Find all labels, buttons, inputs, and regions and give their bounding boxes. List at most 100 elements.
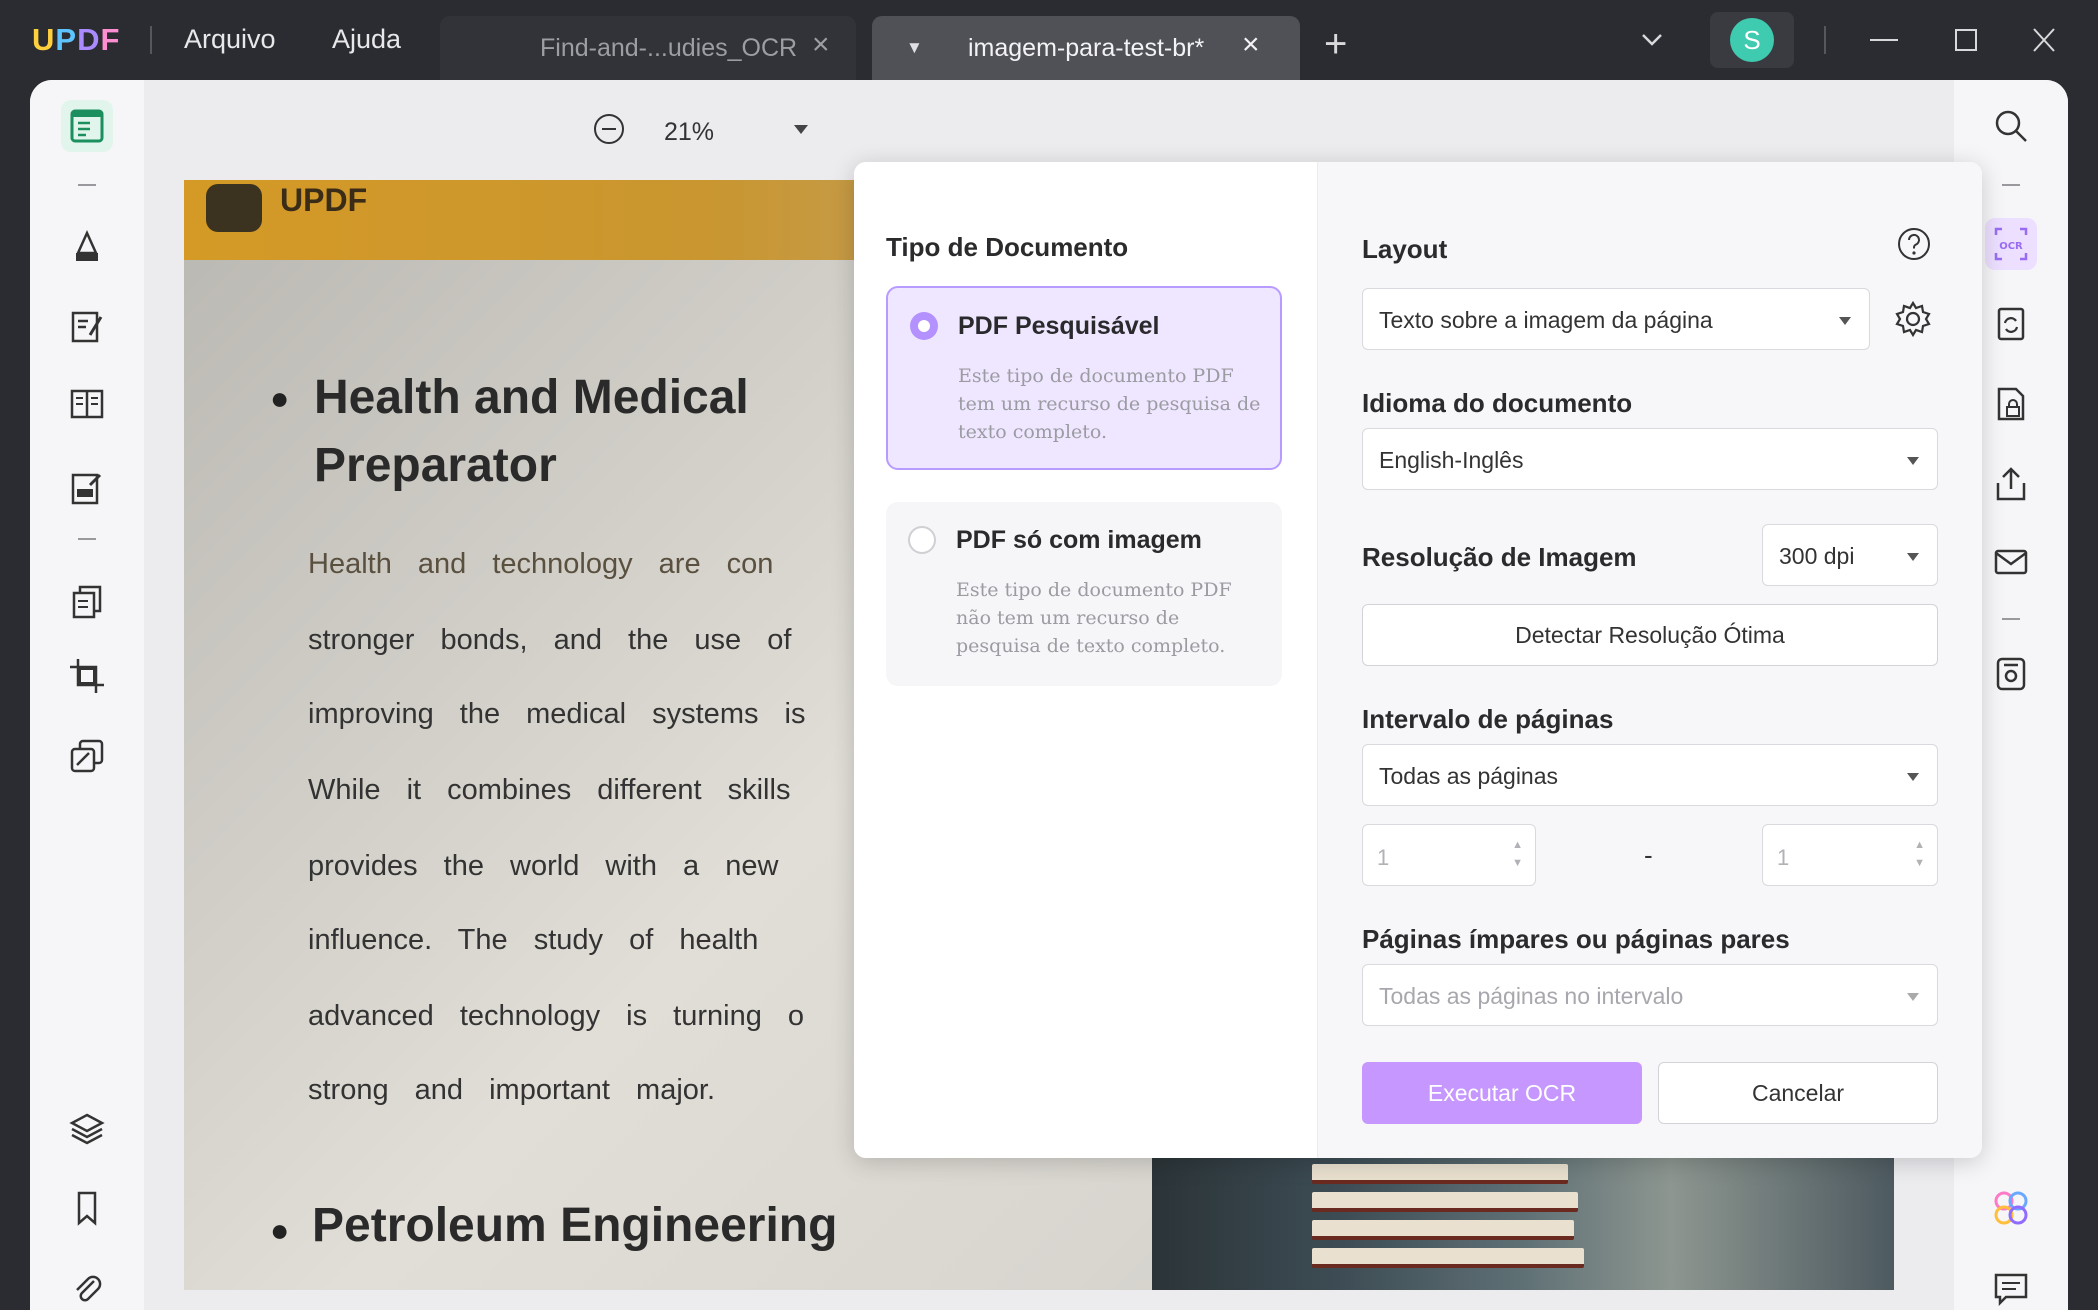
banner-brand: UPDF bbox=[280, 182, 368, 218]
attachment-button[interactable] bbox=[61, 1262, 113, 1310]
stepper-down-icon[interactable]: ▼ bbox=[1914, 857, 1925, 869]
menu-arquivo[interactable]: Arquivo bbox=[184, 24, 276, 55]
layout-value: Texto sobre a imagem da página bbox=[1379, 307, 1713, 333]
layout-label: Layout bbox=[1362, 234, 1448, 264]
ocr-document-type-panel: Tipo de Documento PDF Pesquisável Este t… bbox=[854, 162, 1318, 1158]
menu-ajuda[interactable]: Ajuda bbox=[332, 24, 401, 55]
dropdown-caret-icon bbox=[1839, 317, 1851, 325]
range-separator: - bbox=[1644, 840, 1653, 870]
range-from-value: 1 bbox=[1377, 845, 1390, 870]
page-heading-line1: Health and Medical bbox=[314, 371, 749, 424]
title-separator bbox=[1824, 26, 1826, 54]
resolution-select[interactable]: 300 dpi bbox=[1762, 524, 1938, 586]
option-description: Este tipo de documento PDF tem um recurs… bbox=[958, 365, 1261, 443]
reader-mode-button[interactable] bbox=[61, 100, 113, 152]
radio-selected[interactable] bbox=[910, 312, 938, 340]
ai-assistant-button[interactable] bbox=[1985, 1182, 2037, 1234]
comment-tool-button[interactable] bbox=[61, 220, 113, 272]
option-searchable-pdf[interactable]: PDF Pesquisável Este tipo de documento P… bbox=[886, 286, 1282, 470]
bullet: ● bbox=[270, 380, 290, 416]
zoom-level[interactable]: 21% bbox=[664, 118, 714, 147]
convert-pdf-icon bbox=[1997, 307, 2025, 341]
dropdown-caret-icon bbox=[1907, 553, 1919, 561]
stepper-up-icon[interactable]: ▲ bbox=[1914, 839, 1925, 851]
highlighter-icon bbox=[76, 229, 98, 261]
zoom-out-icon[interactable] bbox=[592, 112, 626, 146]
title-separator bbox=[150, 26, 152, 54]
protect-button[interactable] bbox=[61, 730, 113, 782]
title-bar: UPDF Arquivo Ajuda Find-and-...udies_OCR… bbox=[0, 0, 2098, 80]
close-icon[interactable]: × bbox=[1242, 28, 1260, 62]
cancel-button[interactable]: Cancelar bbox=[1658, 1062, 1938, 1124]
fill-sign-button[interactable] bbox=[61, 462, 113, 514]
organize-pages-icon bbox=[70, 389, 104, 419]
banner-logo bbox=[206, 184, 262, 232]
close-window-icon[interactable] bbox=[2028, 20, 2060, 60]
bookmark-button[interactable] bbox=[61, 1182, 113, 1234]
minimize-icon[interactable] bbox=[1868, 20, 1900, 60]
dropdown-caret-icon bbox=[1907, 993, 1919, 1001]
option-title: PDF só com imagem bbox=[956, 526, 1202, 554]
book-graphic bbox=[1312, 1192, 1578, 1212]
crop-button[interactable] bbox=[61, 650, 113, 702]
zoom-dropdown-icon[interactable] bbox=[792, 122, 810, 136]
left-toolbar bbox=[30, 80, 144, 1310]
gear-icon[interactable] bbox=[1894, 300, 1932, 338]
comment-list-button[interactable] bbox=[1985, 1262, 2037, 1310]
tab-title: Find-and-...udies_OCR bbox=[540, 33, 798, 62]
tab-find-and-studies[interactable]: Find-and-...udies_OCR × bbox=[440, 16, 856, 80]
protect-file-icon bbox=[1997, 387, 2025, 421]
parity-select[interactable]: Todas as páginas no intervalo bbox=[1362, 964, 1938, 1026]
option-image-only-pdf[interactable]: PDF só com imagem Este tipo de documento… bbox=[886, 502, 1282, 686]
toolbar-separator bbox=[78, 538, 96, 540]
toolbar-separator bbox=[2002, 618, 2020, 620]
run-ocr-button[interactable]: Executar OCR bbox=[1362, 1062, 1642, 1124]
language-value: English-Inglês bbox=[1379, 447, 1524, 473]
range-to-stepper[interactable]: 1 ▲ ▼ bbox=[1762, 824, 1938, 886]
attachment-icon bbox=[76, 1275, 102, 1302]
edit-pdf-button[interactable] bbox=[61, 300, 113, 352]
resolution-label: Resolução de Imagem bbox=[1362, 542, 1637, 572]
convert-pdf-button[interactable] bbox=[1985, 298, 2037, 350]
parity-label: Páginas ímpares ou páginas pares bbox=[1362, 924, 1790, 954]
convert-button[interactable] bbox=[61, 576, 113, 628]
tab-dropdown-icon[interactable]: ▼ bbox=[906, 38, 923, 58]
layout-select[interactable]: Texto sobre a imagem da página bbox=[1362, 288, 1870, 350]
protect-file-button[interactable] bbox=[1985, 378, 2037, 430]
save-button[interactable] bbox=[1985, 648, 2037, 700]
range-from-stepper[interactable]: 1 ▲ ▼ bbox=[1362, 824, 1536, 886]
page-range-label: Intervalo de páginas bbox=[1362, 704, 1614, 734]
app-logo: UPDF bbox=[32, 22, 121, 57]
stepper-down-icon[interactable]: ▼ bbox=[1512, 857, 1523, 869]
help-icon[interactable] bbox=[1896, 226, 1932, 262]
save-icon bbox=[1996, 657, 2026, 691]
page-range-select[interactable]: Todas as páginas bbox=[1362, 744, 1938, 806]
book-graphic bbox=[1312, 1164, 1568, 1184]
chevron-down-icon[interactable] bbox=[1638, 26, 1666, 54]
maximize-icon[interactable] bbox=[1950, 20, 1982, 60]
account-button[interactable]: S bbox=[1710, 12, 1794, 68]
ocr-dialog: Tipo de Documento PDF Pesquisável Este t… bbox=[854, 162, 1982, 1158]
radio-unselected[interactable] bbox=[908, 526, 936, 554]
email-button[interactable] bbox=[1985, 536, 2037, 588]
svg-text:OCR: OCR bbox=[1999, 241, 2023, 252]
book-graphic bbox=[1312, 1248, 1584, 1268]
email-icon bbox=[1994, 549, 2028, 575]
new-tab-plus-icon[interactable]: + bbox=[1324, 22, 1347, 67]
detect-resolution-button[interactable]: Detectar Resolução Ótima bbox=[1362, 604, 1938, 666]
resolution-value: 300 dpi bbox=[1779, 543, 1855, 569]
comment-icon bbox=[1994, 1273, 2028, 1307]
page-range-value: Todas as páginas bbox=[1379, 763, 1559, 789]
ocr-icon: OCR bbox=[1994, 227, 2028, 261]
close-icon[interactable]: × bbox=[812, 28, 830, 62]
language-select[interactable]: English-Inglês bbox=[1362, 428, 1938, 490]
layers-button[interactable] bbox=[61, 1102, 113, 1154]
stepper-up-icon[interactable]: ▲ bbox=[1512, 839, 1523, 851]
ocr-button[interactable]: OCR bbox=[1985, 218, 2037, 270]
range-to-value: 1 bbox=[1777, 845, 1790, 870]
search-button[interactable] bbox=[1985, 100, 2037, 152]
tab-imagem-para-test[interactable]: ▼ imagem-para-test-br* × bbox=[872, 16, 1300, 80]
document-type-title: Tipo de Documento bbox=[886, 232, 1129, 262]
organize-pages-button[interactable] bbox=[61, 378, 113, 430]
share-button[interactable] bbox=[1985, 458, 2037, 510]
